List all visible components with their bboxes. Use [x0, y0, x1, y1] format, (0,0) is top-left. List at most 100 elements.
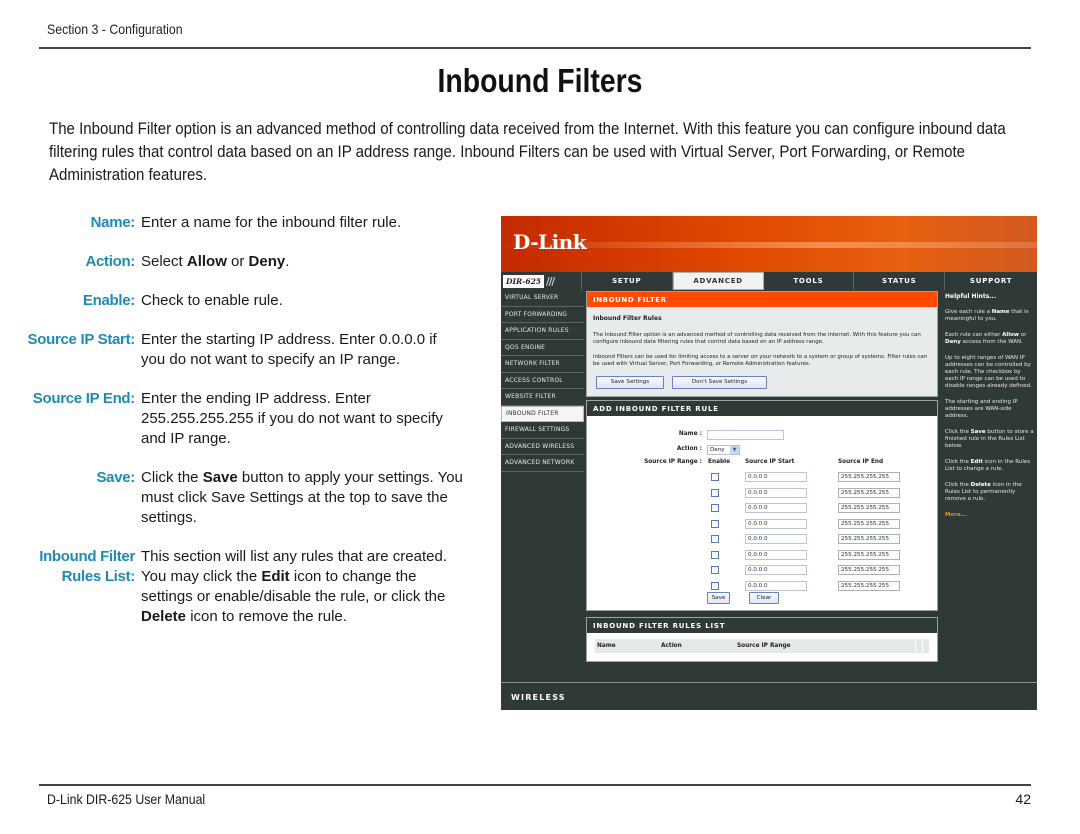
tab-advanced[interactable]: ADVANCED	[672, 272, 764, 290]
add-rule-form: Name : Action : Deny ▼ Source IP Range : …	[587, 416, 937, 610]
sidebar-item-virtual-server[interactable]: VIRTUAL SERVER	[501, 290, 584, 307]
source-ip-start-input[interactable]: 0.0.0.0	[745, 472, 807, 482]
top-nav: DIR-625/// SETUP ADVANCED TOOLS STATUS S…	[501, 272, 1037, 290]
text: Click the	[945, 459, 971, 465]
tab-support[interactable]: SUPPORT	[945, 272, 1037, 290]
sidebar-item-website-filter[interactable]: WEBSITE FILTER	[501, 389, 584, 406]
page-number: 42	[1015, 791, 1031, 807]
source-ip-start-input[interactable]: 0.0.0.0	[745, 534, 807, 544]
text: Give each rule a	[945, 309, 992, 315]
term-line: Rules List:	[61, 568, 136, 585]
enable-checkbox[interactable]	[711, 473, 719, 481]
add-rule-panel: ADD INBOUND FILTER RULE Name : Action : …	[586, 400, 938, 611]
section-header: Section 3 - Configuration	[47, 21, 183, 37]
action-value: Deny	[710, 447, 725, 453]
sidebar-item-advanced-network[interactable]: ADVANCED NETWORK	[501, 455, 584, 472]
text: Each rule can either	[945, 332, 1003, 338]
col-source-ip-range: Source IP Range	[737, 643, 791, 649]
enable-checkbox[interactable]	[711, 535, 719, 543]
source-ip-start-input[interactable]: 0.0.0.0	[745, 549, 807, 560]
definition-term: Source IP End:	[32, 390, 136, 407]
save-settings-button[interactable]: Save Settings	[596, 375, 664, 389]
tab-status[interactable]: STATUS	[854, 272, 946, 290]
text: or	[226, 253, 249, 270]
name-input[interactable]	[707, 430, 784, 440]
col-name: Name	[597, 643, 616, 649]
action-label: Action :	[676, 446, 702, 452]
source-ip-end-input[interactable]: 255.255.255.255	[838, 549, 900, 560]
model-label: DIR-625	[503, 274, 545, 288]
inbound-filter-panel: INBOUND FILTER Inbound Filter Rules The …	[586, 291, 938, 397]
enable-checkbox[interactable]	[711, 519, 719, 528]
text-bold: Delete	[141, 608, 187, 625]
source-ip-range-label: Source IP Range :	[644, 459, 702, 465]
col-edit	[915, 639, 922, 653]
sidebar-item-network-filter[interactable]: NETWORK FILTER	[501, 356, 584, 373]
text-bold: Save	[970, 429, 986, 435]
intro-paragraph: The Inbound Filter option is an advanced…	[49, 119, 1006, 184]
definition-term: Enable:	[82, 292, 135, 309]
tab-tools[interactable]: TOOLS	[764, 272, 855, 290]
text: Click the	[141, 469, 203, 486]
source-ip-end-input[interactable]: 255.255.255.255	[838, 534, 900, 544]
definition-term: Name:	[90, 214, 136, 231]
clear-button[interactable]: Clear	[749, 592, 779, 604]
sidebar-item-access-control[interactable]: ACCESS CONTROL	[501, 373, 584, 389]
definition-desc: Select Allow or Deny.	[141, 252, 465, 272]
text-bold: Name	[991, 309, 1010, 315]
source-ip-end-input[interactable]: 255.255.255.255	[838, 580, 900, 591]
text-bold: Edit	[261, 568, 290, 585]
sidebar-item-application-rules[interactable]: APPLICATION RULES	[501, 323, 584, 340]
source-ip-start-input[interactable]: 0.0.0.0	[745, 518, 807, 529]
more-link[interactable]: More...	[945, 512, 1034, 519]
name-label: Name :	[678, 431, 702, 437]
text: icon to remove the rule.	[186, 608, 347, 625]
col-action: Action	[661, 643, 682, 649]
text-bold: Deny	[248, 253, 286, 270]
helpful-hints: Helpful Hints... Give each rule a Name t…	[941, 291, 1037, 528]
definition-term: Save:	[96, 469, 135, 486]
enable-checkbox[interactable]	[711, 488, 719, 497]
sidebar-item-qos-engine[interactable]: QOS ENGINE	[501, 340, 584, 356]
definition-desc: Check to enable rule.	[141, 292, 283, 309]
definition-desc: Enter the starting IP address. Enter 0.0…	[141, 331, 437, 368]
sidebar-item-inbound-filter[interactable]: INBOUND FILTER	[501, 405, 584, 422]
source-ip-end-input[interactable]: 255.255.255.255	[838, 472, 900, 482]
footer-divider	[39, 784, 1031, 786]
source-ip-start-input[interactable]: 0.0.0.0	[745, 487, 807, 498]
sidebar-item-advanced-wireless[interactable]: ADVANCED WIRELESS	[501, 439, 584, 455]
source-ip-start-input[interactable]: 0.0.0.0	[745, 580, 807, 591]
definition-term: Source IP Start:	[27, 331, 136, 348]
panel-heading: INBOUND FILTER RULES LIST	[587, 618, 937, 633]
enable-checkbox[interactable]	[711, 581, 719, 590]
router-footer: WIRELESS	[501, 682, 1037, 710]
source-ip-end-input[interactable]: 255.255.255.255	[838, 518, 900, 529]
panel-heading: INBOUND FILTER	[587, 292, 937, 307]
source-ip-end-input[interactable]: 255.255.255.255	[838, 503, 900, 513]
sidebar-item-port-forwarding[interactable]: PORT FORWARDING	[501, 307, 584, 323]
tab-setup[interactable]: SETUP	[582, 272, 673, 290]
source-ip-start-input[interactable]: 0.0.0.0	[745, 503, 807, 513]
router-screenshot: D-Link DIR-625/// SETUP ADVANCED TOOLS S…	[501, 216, 1037, 710]
dont-save-settings-button[interactable]: Don't Save Settings	[672, 375, 767, 389]
enable-checkbox[interactable]	[711, 566, 719, 574]
source-ip-end-input[interactable]: 255.255.255.255	[838, 565, 900, 575]
text: Click the	[945, 482, 971, 488]
source-ip-start-input[interactable]: 0.0.0.0	[745, 565, 807, 575]
text-bold: Edit	[970, 459, 983, 465]
text-bold: Delete	[970, 482, 991, 488]
panel-paragraph: The Inbound Filter option is an advanced…	[593, 331, 921, 346]
source-ip-end-input[interactable]: 255.255.255.255	[838, 487, 900, 498]
enable-checkbox[interactable]	[711, 550, 719, 559]
sidebar-item-firewall-settings[interactable]: FIREWALL SETTINGS	[501, 422, 584, 439]
enable-checkbox[interactable]	[711, 504, 719, 512]
text-bold: Deny	[945, 339, 961, 345]
rules-list-header: Name Action Source IP Range	[595, 639, 929, 653]
text: Select	[141, 253, 187, 270]
text-bold: Save	[202, 469, 238, 486]
save-button[interactable]: Save	[707, 592, 730, 604]
action-select[interactable]: Deny ▼	[707, 445, 740, 455]
col-enable: Enable	[708, 459, 731, 465]
hint: Up to eight ranges of WAN IP addresses c…	[945, 355, 1032, 389]
main-content: INBOUND FILTER Inbound Filter Rules The …	[586, 291, 938, 662]
